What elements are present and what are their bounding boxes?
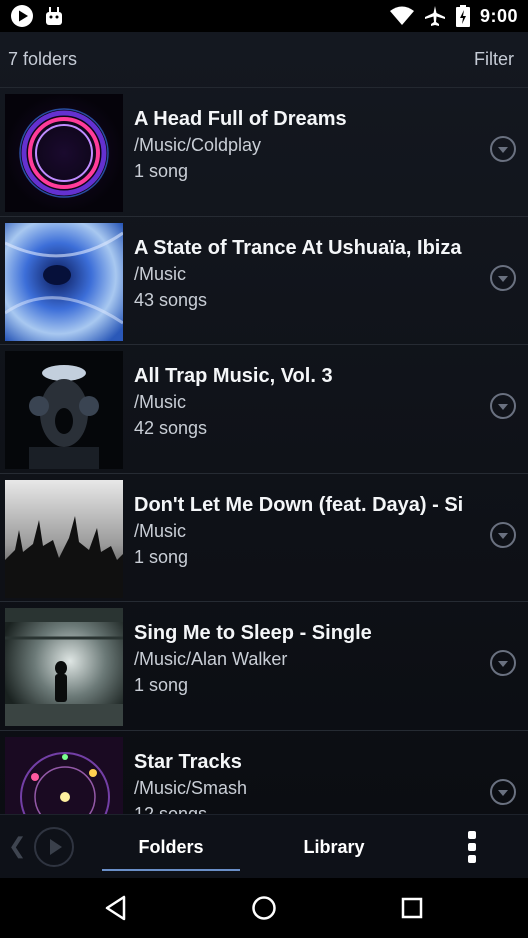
recents-icon[interactable] (396, 892, 428, 924)
folder-path: /Music/Coldplay (134, 135, 262, 155)
android-icon (46, 7, 62, 25)
airplane-mode-icon (424, 6, 445, 26)
song-count: 42 songs (134, 418, 208, 438)
status-bar: 9:00 (0, 0, 528, 32)
folder-path: /Music/Smash (134, 777, 248, 798)
folder-row[interactable]: All Trap Music, Vol. 3 /Music 42 songs (0, 345, 528, 474)
song-count: 1 song (134, 161, 189, 181)
song-count: 43 songs (134, 289, 208, 310)
folder-title: Star Tracks (134, 750, 242, 773)
filter-button[interactable]: Filter (474, 49, 514, 70)
bottom-tab-bar: ❮ Folders Library (0, 814, 528, 878)
folder-row[interactable]: Star Tracks /Music/Smash 12 songs (0, 731, 528, 815)
folder-title: All Trap Music, Vol. 3 (134, 365, 333, 387)
system-nav-bar (0, 878, 528, 938)
main-content: 7 folders Filter A Head Full of Dreams /… (0, 32, 528, 814)
overflow-menu-icon[interactable] (462, 831, 482, 863)
folder-row[interactable]: Sing Me to Sleep - Single /Music/Alan Wa… (0, 602, 528, 731)
album-art (5, 94, 123, 212)
home-icon[interactable] (248, 892, 280, 924)
album-art (5, 608, 123, 726)
battery-icon (455, 5, 470, 27)
folder-title: Sing Me to Sleep - Single (134, 622, 372, 644)
options-dropdown-icon[interactable] (490, 650, 516, 676)
folder-title: A Head Full of Dreams (134, 108, 347, 130)
folder-title: Don't Let Me Down (feat. Daya) - Si (134, 493, 464, 516)
album-art (5, 222, 123, 341)
folder-count: 7 folders (8, 49, 78, 69)
folder-header: 7 folders Filter (0, 32, 528, 88)
song-count: 1 song (134, 675, 189, 695)
folder-path: /Music/Alan Walker (134, 649, 288, 669)
options-dropdown-icon[interactable] (490, 521, 516, 548)
options-dropdown-icon[interactable] (490, 264, 516, 291)
folder-path: /Music (134, 263, 187, 284)
album-art (5, 736, 123, 814)
play-button[interactable] (34, 827, 74, 867)
song-count: 12 songs (134, 803, 208, 815)
album-art (5, 479, 123, 598)
song-count: 1 song (134, 546, 189, 567)
back-icon[interactable] (100, 892, 132, 924)
folder-path: /Music (134, 520, 187, 541)
tab-folders[interactable]: Folders (102, 815, 240, 879)
clock: 9:00 (479, 5, 518, 26)
folder-row[interactable]: A State of Trance At Ushuaïa, Ibiza /Mus… (0, 217, 528, 345)
tab-library[interactable]: Library (266, 815, 402, 879)
wifi-icon (389, 6, 414, 25)
options-dropdown-icon[interactable] (490, 778, 516, 805)
album-art (5, 351, 123, 469)
folder-path: /Music (134, 392, 187, 412)
options-dropdown-icon[interactable] (490, 393, 516, 419)
folder-row[interactable]: Don't Let Me Down (feat. Daya) - Si /Mus… (0, 474, 528, 602)
folder-row[interactable]: A Head Full of Dreams /Music/Coldplay 1 … (0, 88, 528, 217)
previous-icon[interactable]: ❮ (8, 833, 26, 861)
options-dropdown-icon[interactable] (490, 136, 516, 162)
folder-list: A Head Full of Dreams /Music/Coldplay 1 … (0, 88, 528, 814)
play-notification-icon (11, 5, 33, 27)
folder-title: A State of Trance At Ushuaïa, Ibiza (134, 236, 462, 259)
